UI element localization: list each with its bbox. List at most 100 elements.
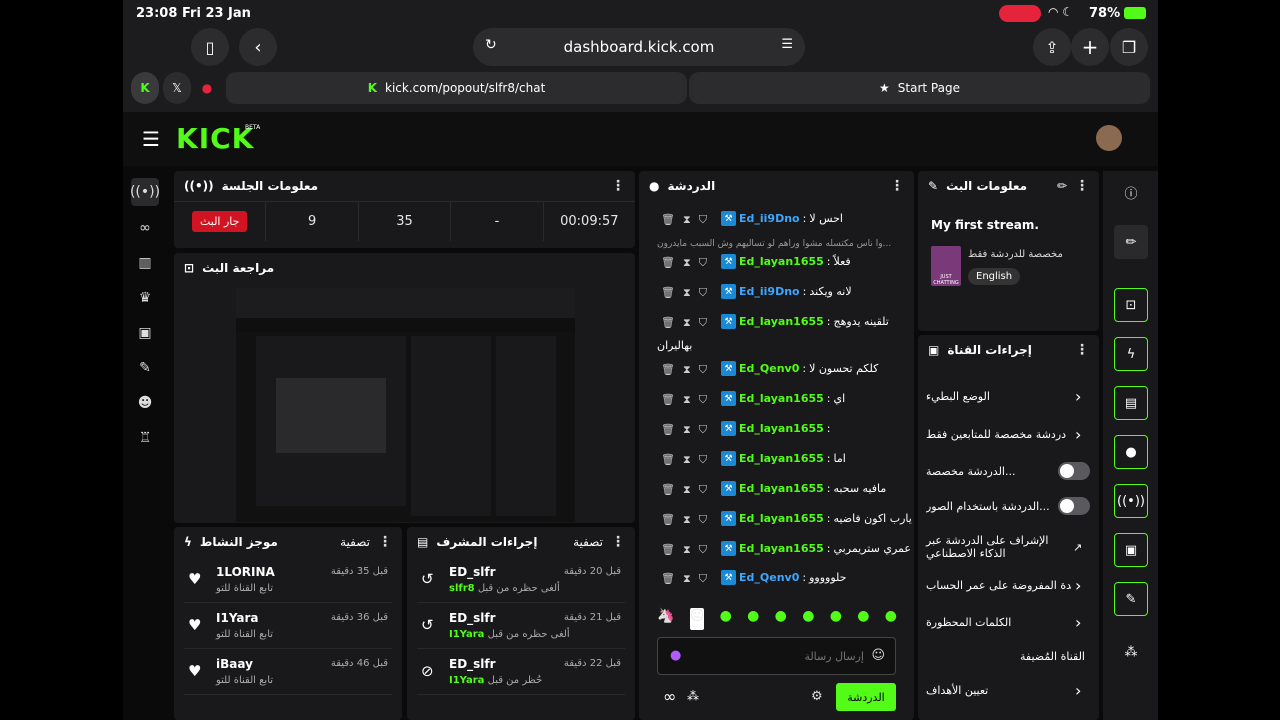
delete-icon[interactable]: 🗑 [661, 393, 675, 407]
new-tab-icon[interactable]: + [1071, 28, 1109, 66]
session-toggle-icon[interactable]: ((•)) [1114, 484, 1148, 518]
emote-icon[interactable]: ● [775, 608, 787, 630]
settings-gear-icon[interactable]: ⚙ [811, 689, 823, 704]
chat-input[interactable] [694, 646, 864, 666]
avatar[interactable] [1096, 125, 1122, 151]
stream-preview-video[interactable] [236, 288, 575, 522]
set-goals-row[interactable]: تعيين الأهداف › [918, 673, 1098, 707]
subscribers-only-toggle[interactable] [1058, 462, 1090, 480]
kick-logo[interactable]: KICK [176, 122, 254, 155]
chat-username[interactable]: Ed_Qenv0 [739, 362, 799, 375]
delete-icon[interactable]: 🗑 [661, 256, 675, 270]
delete-icon[interactable]: 🗑 [661, 286, 675, 300]
slow-mode-row[interactable]: الوضع البطيء › [918, 379, 1098, 413]
emote-icon[interactable]: ● [830, 608, 842, 630]
chat-username[interactable]: Ed_ii9Dno [739, 285, 800, 298]
emoji-icon[interactable]: ☺ [871, 648, 885, 663]
chat-username[interactable]: Ed_layan1655 [739, 452, 824, 465]
timeout-icon[interactable]: ⧗ [683, 213, 691, 227]
ban-shield-icon[interactable]: ⛉ [699, 572, 707, 586]
activity-filter[interactable]: تصفية [340, 535, 370, 549]
timeout-icon[interactable]: ⧗ [683, 393, 691, 407]
chat-username[interactable]: Ed_layan1655 [739, 315, 824, 328]
emote-icon[interactable]: ● [747, 608, 759, 630]
users-icon[interactable]: ☻ [131, 389, 159, 417]
timeout-icon[interactable]: ⧗ [683, 483, 691, 497]
emote-icon[interactable]: ● [885, 608, 897, 630]
mic-icon[interactable]: ● [670, 648, 681, 663]
chat-menu-icon[interactable]: ⋮ [890, 178, 904, 194]
ban-shield-icon[interactable]: ⛉ [699, 483, 707, 497]
tab-kick-chat[interactable]: K kick.com/popout/slfr8/chat [226, 72, 687, 104]
timeout-icon[interactable]: ⧗ [683, 572, 691, 586]
emote-icon[interactable]: 😐 [689, 608, 705, 630]
chat-username[interactable]: Ed_Qenv0 [739, 571, 799, 584]
timeout-icon[interactable]: ⧗ [683, 286, 691, 300]
ban-shield-icon[interactable]: ⛉ [699, 453, 707, 467]
account-age-row[interactable]: المدة المفروضة على عمر الحساب › [918, 568, 1098, 602]
ban-shield-icon[interactable]: ⛉ [699, 286, 707, 300]
emote-icon[interactable]: ● [720, 608, 732, 630]
tabs-overview-icon[interactable]: ❐ [1110, 28, 1148, 66]
delete-icon[interactable]: 🗑 [661, 423, 675, 437]
timeout-icon[interactable]: ⧗ [683, 423, 691, 437]
address-bar[interactable]: ↻ dashboard.kick.com ☰ [473, 28, 805, 66]
recording-pinned-tab[interactable]: ● [195, 72, 219, 104]
community-icon[interactable]: ♖ [131, 424, 159, 452]
more-apps-icon[interactable]: ⁂ [1114, 635, 1148, 669]
delete-icon[interactable]: 🗑 [661, 513, 675, 527]
followers-only-row[interactable]: دردشة مخصصة للمتابعين فقط › [918, 417, 1098, 451]
dots-icon[interactable]: ⁂ [687, 689, 699, 703]
chart-icon[interactable]: ▥ [131, 249, 159, 277]
ban-shield-icon[interactable]: ⛉ [699, 393, 707, 407]
ban-shield-icon[interactable]: ⛉ [699, 316, 707, 330]
chat-username[interactable]: Ed_layan1655 [739, 422, 824, 435]
stream-info-menu-icon[interactable]: ⋮ [1075, 178, 1089, 194]
delete-icon[interactable]: 🗑 [661, 453, 675, 467]
chat-username[interactable]: Ed_layan1655 [739, 392, 824, 405]
emotes-only-toggle[interactable] [1058, 497, 1090, 515]
delete-icon[interactable]: 🗑 [661, 543, 675, 557]
share-icon[interactable]: ⇪ [1033, 28, 1071, 66]
timeout-icon[interactable]: ⧗ [683, 256, 691, 270]
back-button[interactable]: ‹ [239, 28, 277, 66]
channel-toggle-icon[interactable]: ▣ [1114, 533, 1148, 567]
emote-icon[interactable]: 🦄 [657, 608, 674, 630]
channel-actions-menu-icon[interactable]: ⋮ [1075, 342, 1089, 358]
emote-icon[interactable]: ● [857, 608, 869, 630]
chat-toggle-icon[interactable]: ● [1114, 435, 1148, 469]
edit-pencil-icon[interactable]: ✏ [1057, 179, 1067, 193]
chat-input-box[interactable]: ● ☺ [657, 637, 896, 675]
stream-info-toggle-icon[interactable]: ✎ [1114, 582, 1148, 616]
host-channel-row[interactable]: القناة المُضيفة [918, 639, 1098, 673]
ban-shield-icon[interactable]: ⛉ [699, 423, 707, 437]
wrench-icon[interactable]: ✎ [131, 354, 159, 382]
ai-moderation-row[interactable]: الإشراف على الدردشة عبر الذكاء الاصطناعي… [918, 525, 1098, 569]
timeout-icon[interactable]: ⧗ [683, 513, 691, 527]
chat-username[interactable]: Ed_ii9Dno [739, 212, 800, 225]
timeout-icon[interactable]: ⧗ [683, 453, 691, 467]
link-icon[interactable]: ∞ [131, 214, 159, 242]
delete-icon[interactable]: 🗑 [661, 572, 675, 586]
delete-icon[interactable]: 🗑 [661, 213, 675, 227]
activity-menu-icon[interactable]: ⋮ [378, 534, 392, 550]
delete-icon[interactable]: 🗑 [661, 316, 675, 330]
send-chat-button[interactable]: الدردشة [836, 683, 896, 711]
edit-icon[interactable]: ✏ [1114, 225, 1148, 259]
session-menu-icon[interactable]: ⋮ [611, 178, 625, 194]
kick-pinned-tab[interactable]: K [131, 72, 159, 104]
info-icon[interactable]: ⓘ [1114, 175, 1148, 209]
menu-icon[interactable]: ☰ [142, 127, 160, 151]
video-icon[interactable]: ▣ [131, 319, 159, 347]
live-icon[interactable]: ((•)) [130, 178, 160, 206]
reader-icon[interactable]: ☰ [781, 37, 793, 52]
sidebar-toggle-icon[interactable]: ▯ [191, 28, 229, 66]
banned-words-row[interactable]: الكلمات المحظورة › [918, 605, 1098, 639]
ban-shield-icon[interactable]: ⛉ [699, 256, 707, 270]
loop-icon[interactable]: ∞ [663, 687, 676, 706]
trophy-icon[interactable]: ♛ [131, 284, 159, 312]
emote-icon[interactable]: ● [802, 608, 814, 630]
x-pinned-tab[interactable]: 𝕏 [163, 72, 191, 104]
chat-username[interactable]: Ed_layan1655 [739, 512, 824, 525]
mod-actions-filter[interactable]: تصفية [573, 535, 603, 549]
